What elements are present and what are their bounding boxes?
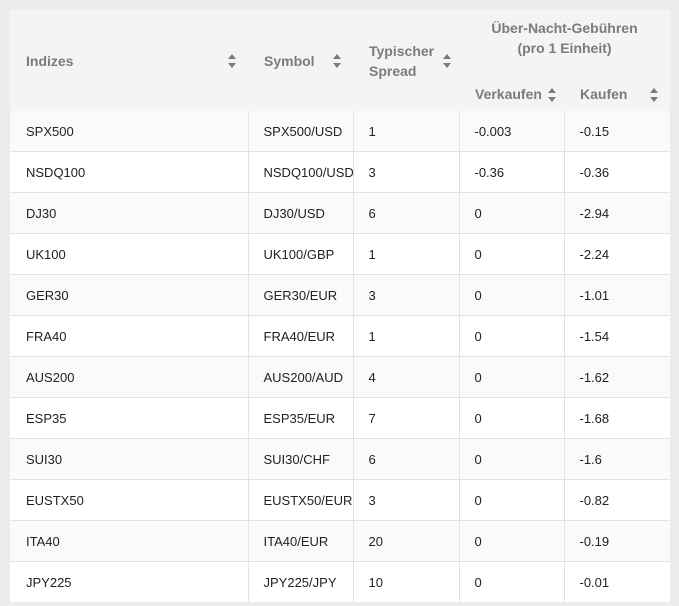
cell-sell-fee: 0 — [458, 561, 564, 602]
cell-sell-fee: 0 — [458, 315, 564, 357]
cell-sell-fee: 0 — [458, 520, 564, 562]
cell-sell-fee: 0 — [458, 356, 564, 398]
cell-buy-fee: -1.01 — [563, 274, 671, 316]
cell-index: DJ30 — [10, 192, 248, 234]
table-row: DJ30 DJ30/USD 6 0 -2.94 — [10, 192, 671, 234]
table-header: Indizes Symbol Typischer Spread Über-Nac… — [10, 10, 671, 111]
column-header-kaufen[interactable]: Kaufen — [564, 82, 671, 111]
table-row: FRA40 FRA40/EUR 1 0 -1.54 — [10, 315, 671, 357]
cell-symbol: GER30/EUR — [247, 274, 353, 316]
cell-sell-fee: 0 — [458, 479, 564, 521]
sort-arrows-icon[interactable] — [228, 53, 236, 68]
cell-symbol: DJ30/USD — [247, 192, 353, 234]
cell-spread: 1 — [352, 315, 459, 357]
cell-spread: 3 — [352, 479, 459, 521]
cell-spread: 4 — [352, 356, 459, 398]
column-header-verkaufen-label: Verkaufen — [475, 86, 542, 102]
table-row: NSDQ100 NSDQ100/USD 3 -0.36 -0.36 — [10, 151, 671, 193]
cell-symbol: ITA40/EUR — [247, 520, 353, 562]
cell-symbol: NSDQ100/USD — [247, 151, 353, 193]
cell-index: SPX500 — [10, 111, 248, 152]
table-row: SUI30 SUI30/CHF 6 0 -1.6 — [10, 438, 671, 480]
fees-table-container: Indizes Symbol Typischer Spread Über-Nac… — [10, 10, 671, 602]
cell-index: JPY225 — [10, 561, 248, 602]
cell-buy-fee: -2.94 — [563, 192, 671, 234]
cell-spread: 6 — [352, 192, 459, 234]
column-header-indizes-label: Indizes — [26, 52, 74, 69]
fees-group-line1: Über-Nacht-Gebühren — [491, 20, 638, 36]
cell-buy-fee: -1.68 — [563, 397, 671, 439]
cell-spread: 3 — [352, 274, 459, 316]
cell-spread: 1 — [352, 111, 459, 152]
sort-arrows-icon[interactable] — [443, 53, 451, 68]
cell-index: SUI30 — [10, 438, 248, 480]
cell-symbol: UK100/GBP — [247, 233, 353, 275]
column-header-indizes[interactable]: Indizes — [10, 10, 248, 111]
cell-spread: 7 — [352, 397, 459, 439]
cell-spread: 3 — [352, 151, 459, 193]
cell-sell-fee: -0.003 — [458, 111, 564, 152]
table-row: GER30 GER30/EUR 3 0 -1.01 — [10, 274, 671, 316]
cell-sell-fee: 0 — [458, 274, 564, 316]
cell-buy-fee: -1.6 — [563, 438, 671, 480]
table-row: AUS200 AUS200/AUD 4 0 -1.62 — [10, 356, 671, 398]
cell-index: ESP35 — [10, 397, 248, 439]
cell-buy-fee: -0.19 — [563, 520, 671, 562]
cell-sell-fee: 0 — [458, 397, 564, 439]
cell-spread: 6 — [352, 438, 459, 480]
table-row: EUSTX50 EUSTX50/EUR 3 0 -0.82 — [10, 479, 671, 521]
cell-spread: 20 — [352, 520, 459, 562]
column-header-symbol[interactable]: Symbol — [248, 10, 353, 111]
cell-index: UK100 — [10, 233, 248, 275]
cell-symbol: AUS200/AUD — [247, 356, 353, 398]
sort-arrows-icon[interactable] — [548, 88, 556, 102]
cell-buy-fee: -1.54 — [563, 315, 671, 357]
cell-index: GER30 — [10, 274, 248, 316]
cell-sell-fee: 0 — [458, 233, 564, 275]
cell-spread: 1 — [352, 233, 459, 275]
cell-symbol: SUI30/CHF — [247, 438, 353, 480]
cell-symbol: JPY225/JPY — [247, 561, 353, 602]
cell-symbol: SPX500/USD — [247, 111, 353, 152]
column-group-overnight-fees: Über-Nacht-Gebühren (pro 1 Einheit) — [459, 10, 671, 82]
cell-sell-fee: 0 — [458, 438, 564, 480]
table-body: SPX500 SPX500/USD 1 -0.003 -0.15 NSDQ100 NSDQ1… — [10, 111, 671, 602]
cell-symbol: EUSTX50/EUR — [247, 479, 353, 521]
cell-buy-fee: -0.36 — [563, 151, 671, 193]
cell-symbol: FRA40/EUR — [247, 315, 353, 357]
spread-label-line1: Typischer — [369, 42, 435, 59]
cell-spread: 10 — [352, 561, 459, 602]
sort-arrows-icon[interactable] — [333, 53, 341, 68]
cell-buy-fee: -0.82 — [563, 479, 671, 521]
column-header-symbol-label: Symbol — [264, 52, 315, 69]
cell-index: NSDQ100 — [10, 151, 248, 193]
cell-index: FRA40 — [10, 315, 248, 357]
cell-buy-fee: -2.24 — [563, 233, 671, 275]
cell-sell-fee: -0.36 — [458, 151, 564, 193]
overnight-fees-table: Indizes Symbol Typischer Spread Über-Nac… — [10, 10, 671, 602]
cell-buy-fee: -0.01 — [563, 561, 671, 602]
cell-index: EUSTX50 — [10, 479, 248, 521]
sort-arrows-icon[interactable] — [650, 88, 659, 102]
cell-buy-fee: -1.62 — [563, 356, 671, 398]
cell-buy-fee: -0.15 — [563, 111, 671, 152]
table-row: ITA40 ITA40/EUR 20 0 -0.19 — [10, 520, 671, 562]
cell-index: AUS200 — [10, 356, 248, 398]
cell-symbol: ESP35/EUR — [247, 397, 353, 439]
table-row: UK100 UK100/GBP 1 0 -2.24 — [10, 233, 671, 275]
column-header-kaufen-label: Kaufen — [580, 86, 628, 102]
column-header-verkaufen[interactable]: Verkaufen — [459, 82, 564, 111]
fees-group-line2: (pro 1 Einheit) — [517, 40, 612, 56]
column-header-spread-label: Typischer Spread — [369, 41, 434, 81]
table-row: ESP35 ESP35/EUR 7 0 -1.68 — [10, 397, 671, 439]
table-row: SPX500 SPX500/USD 1 -0.003 -0.15 — [10, 111, 671, 152]
cell-index: ITA40 — [10, 520, 248, 562]
spread-label-line2: Spread — [369, 62, 417, 79]
cell-sell-fee: 0 — [458, 192, 564, 234]
table-row: JPY225 JPY225/JPY 10 0 -0.01 — [10, 561, 671, 602]
column-header-spread[interactable]: Typischer Spread — [353, 10, 459, 111]
